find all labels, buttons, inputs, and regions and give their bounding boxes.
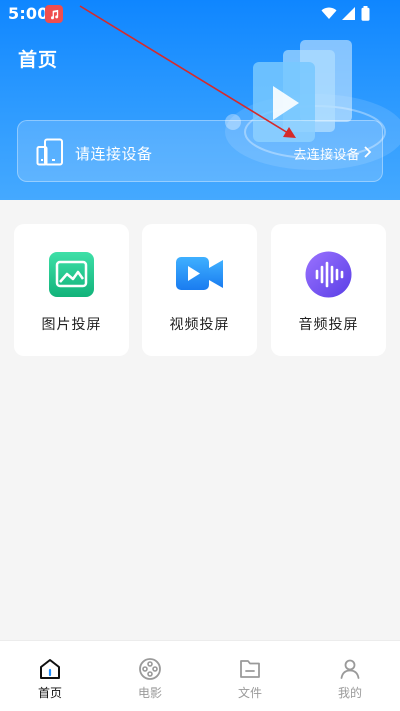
- image-cast-card[interactable]: 图片投屏: [14, 224, 129, 356]
- chevron-right-icon[interactable]: [362, 145, 372, 159]
- nav-item-movies[interactable]: 电影: [100, 641, 200, 711]
- nav-item-home[interactable]: 首页: [0, 641, 100, 711]
- wifi-icon: [321, 7, 337, 19]
- nav-item-files[interactable]: 文件: [200, 641, 300, 711]
- user-icon: [340, 659, 360, 679]
- feature-label: 音频投屏: [298, 317, 359, 333]
- folder-icon: [240, 660, 260, 678]
- connect-status-text: 请连接设备: [75, 145, 153, 163]
- bottom-navigation: 首页 电影 文件 我的: [0, 640, 400, 711]
- feature-grid: 图片投屏 视频投屏 音频投屏: [14, 224, 386, 356]
- music-notification-icon: [45, 5, 63, 23]
- status-bar: 5:00: [0, 0, 400, 28]
- signal-icon: [342, 7, 355, 20]
- film-reel-icon: [139, 658, 161, 680]
- nav-label: 电影: [137, 686, 162, 700]
- image-icon: [49, 252, 94, 297]
- nav-item-profile[interactable]: 我的: [300, 641, 400, 711]
- home-icon: [40, 659, 60, 679]
- nav-label: 文件: [237, 686, 262, 700]
- video-cast-card[interactable]: 视频投屏: [142, 224, 257, 356]
- feature-label: 图片投屏: [41, 317, 102, 333]
- page-title: 首页: [18, 49, 59, 71]
- battery-icon: [361, 6, 370, 21]
- audio-wave-icon: [305, 251, 352, 298]
- feature-label: 视频投屏: [169, 317, 230, 333]
- audio-cast-card[interactable]: 音频投屏: [271, 224, 386, 356]
- connect-device-card[interactable]: 请连接设备 去连接设备: [17, 120, 383, 182]
- nav-label: 首页: [37, 686, 62, 700]
- video-camera-icon: [176, 257, 223, 290]
- status-time: 5:00: [8, 4, 49, 23]
- device-icon: [36, 138, 63, 166]
- header-banner: 5:00 首页 请连接设备 去连接设备: [0, 0, 400, 200]
- go-connect-device-link[interactable]: 去连接设备: [293, 144, 360, 163]
- nav-label: 我的: [337, 686, 362, 700]
